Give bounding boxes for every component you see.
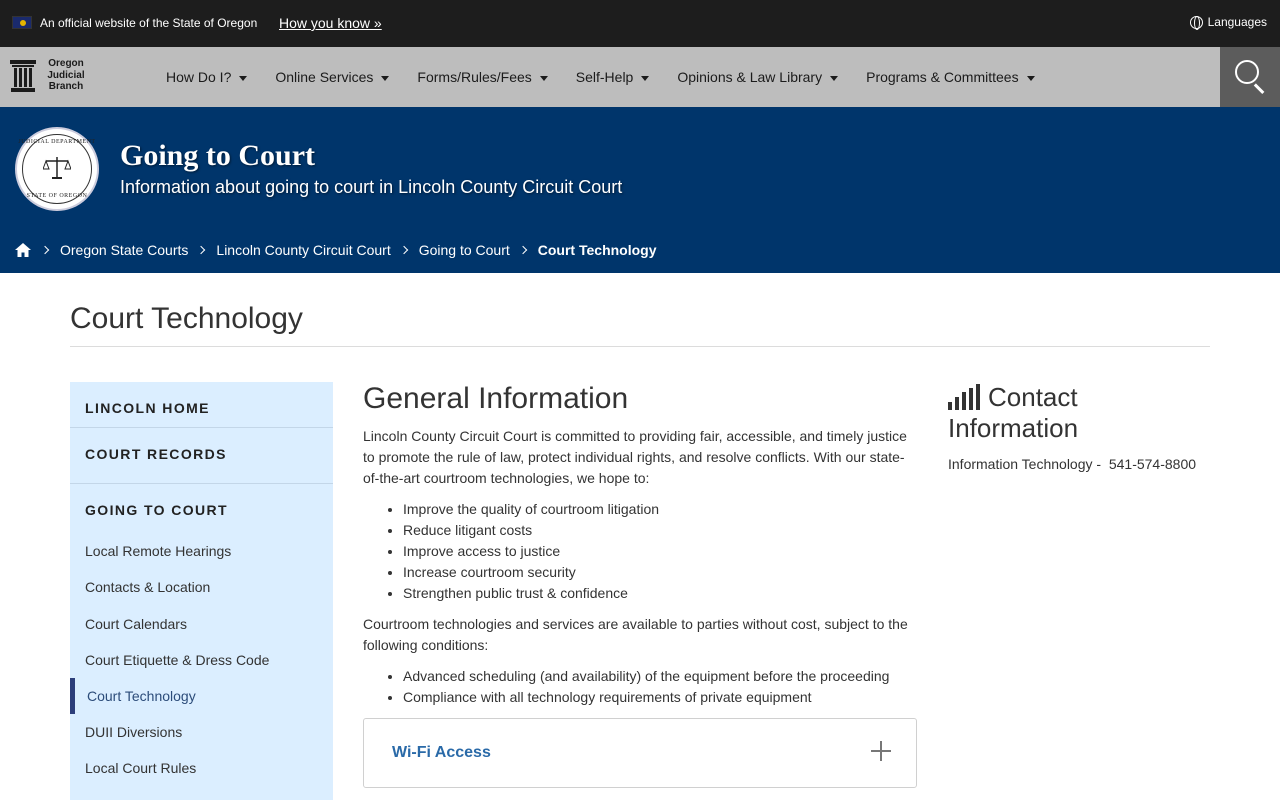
page-title: Court Technology bbox=[70, 302, 303, 335]
nav-online-services[interactable]: Online Services bbox=[275, 69, 390, 85]
home-icon[interactable] bbox=[14, 242, 32, 258]
contact-phone: Information Technology - 541-574-8800 bbox=[948, 456, 1197, 472]
sidebar-item-court-technology[interactable]: Court Technology bbox=[87, 688, 196, 704]
search-icon bbox=[1235, 60, 1259, 84]
breadcrumb-oregon-state-courts[interactable]: Oregon State Courts bbox=[60, 242, 188, 258]
caret-down-icon bbox=[539, 75, 548, 81]
list-item: Increase courtroom security bbox=[403, 562, 917, 583]
goals-list: Improve the quality of courtroom litigat… bbox=[403, 499, 917, 604]
caret-down-icon bbox=[381, 75, 390, 81]
conditions-list: Advanced scheduling (and availability) o… bbox=[403, 666, 917, 708]
main-content: General Information Lincoln County Circu… bbox=[363, 382, 917, 718]
sidebar-lincoln-home[interactable]: LINCOLN HOME bbox=[70, 400, 333, 416]
chevron-right-icon bbox=[399, 245, 408, 255]
contact-panel: Contact Information Information Technolo… bbox=[948, 382, 1210, 472]
breadcrumb: Oregon State Courts Lincoln County Circu… bbox=[14, 242, 657, 258]
sidebar-item-court-etiquette[interactable]: Court Etiquette & Dress Code bbox=[85, 652, 269, 668]
list-item: Reduce litigant costs bbox=[403, 520, 917, 541]
logo-line: Judicial bbox=[47, 69, 85, 81]
accordion-title: Wi-Fi Access bbox=[392, 744, 491, 761]
sidebar-court-records[interactable]: COURT RECORDS bbox=[70, 446, 333, 462]
intro-paragraph: Lincoln County Circuit Court is committe… bbox=[363, 428, 907, 486]
sidebar-item-duii-diversions[interactable]: DUII Diversions bbox=[85, 724, 182, 740]
nav-opinions-law-library[interactable]: Opinions & Law Library bbox=[677, 69, 839, 85]
how-you-know-link[interactable]: How you know » bbox=[279, 15, 382, 31]
official-banner: An official website of the State of Oreg… bbox=[0, 0, 1280, 47]
seal-text-bottom: STATE OF OREGON bbox=[26, 193, 88, 199]
list-item: Strengthen public trust & confidence bbox=[403, 583, 917, 604]
nav-self-help[interactable]: Self-Help bbox=[576, 69, 650, 85]
oregon-flag-icon bbox=[12, 16, 32, 29]
sidebar-item-local-remote-hearings[interactable]: Local Remote Hearings bbox=[85, 543, 231, 559]
caret-down-icon bbox=[641, 75, 650, 81]
page-hero: JUDICIAL DEPARTMENT STATE OF OREGON Goin… bbox=[0, 107, 1280, 273]
official-website-text: An official website of the State of Oreg… bbox=[40, 16, 258, 30]
judicial-seal-icon: JUDICIAL DEPARTMENT STATE OF OREGON bbox=[15, 127, 99, 211]
logo-line: Oregon bbox=[48, 58, 84, 69]
ojd-logo[interactable]: Oregon Judicial Branch bbox=[8, 57, 92, 97]
caret-down-icon bbox=[1026, 75, 1035, 81]
contact-heading: Contact Information bbox=[948, 382, 1079, 443]
nav-programs-committees[interactable]: Programs & Committees bbox=[866, 69, 1035, 85]
scales-icon bbox=[43, 157, 71, 179]
nav-menu: How Do I? Online Services Forms/Rules/Fe… bbox=[166, 47, 1063, 107]
divider bbox=[70, 346, 1210, 347]
main-navigation: Oregon Judicial Branch How Do I? Online … bbox=[0, 47, 1280, 107]
languages-button[interactable]: Languages bbox=[1189, 15, 1267, 30]
list-item: Advanced scheduling (and availability) o… bbox=[403, 666, 917, 687]
list-item: Compliance with all technology requireme… bbox=[403, 687, 917, 708]
caret-down-icon bbox=[239, 75, 248, 81]
chevron-right-icon bbox=[518, 245, 528, 255]
sidebar-item-local-court-rules[interactable]: Local Court Rules bbox=[85, 760, 196, 776]
globe-icon bbox=[1189, 15, 1203, 30]
sidebar-item-court-calendars[interactable]: Court Calendars bbox=[85, 616, 187, 632]
sidebar-item-contacts-location[interactable]: Contacts & Location bbox=[85, 579, 210, 595]
languages-label: Languages bbox=[1207, 15, 1267, 29]
hero-title: Going to Court bbox=[120, 139, 315, 172]
logo-line: Branch bbox=[48, 81, 84, 92]
conditions-paragraph: Courtroom technologies and services are … bbox=[363, 616, 908, 653]
breadcrumb-current: Court Technology bbox=[537, 242, 657, 258]
pillar-icon bbox=[10, 60, 36, 92]
nav-how-do-i[interactable]: How Do I? bbox=[166, 69, 248, 85]
breadcrumb-lincoln-county[interactable]: Lincoln County Circuit Court bbox=[216, 242, 390, 258]
nav-forms-rules-fees[interactable]: Forms/Rules/Fees bbox=[417, 69, 548, 85]
list-item: Improve access to justice bbox=[403, 541, 917, 562]
sidebar-going-to-court[interactable]: GOING TO COURT bbox=[70, 502, 333, 518]
active-indicator bbox=[70, 678, 75, 714]
plus-icon bbox=[871, 741, 891, 761]
signal-bars-icon bbox=[948, 384, 980, 410]
divider bbox=[70, 483, 333, 484]
hero-subtitle: Information about going to court in Linc… bbox=[120, 177, 623, 197]
search-button[interactable] bbox=[1220, 47, 1280, 107]
chevron-right-icon bbox=[40, 245, 50, 255]
ojd-logo-text: Oregon Judicial Branch bbox=[43, 58, 89, 93]
section-heading: General Information bbox=[363, 382, 629, 415]
wifi-access-accordion[interactable]: Wi-Fi Access bbox=[363, 718, 917, 788]
chevron-right-icon bbox=[197, 245, 206, 255]
sidebar-nav: LINCOLN HOME COURT RECORDS GOING TO COUR… bbox=[70, 382, 333, 800]
caret-down-icon bbox=[830, 75, 839, 81]
breadcrumb-going-to-court[interactable]: Going to Court bbox=[419, 242, 510, 258]
divider bbox=[70, 427, 333, 428]
seal-text-top: JUDICIAL DEPARTMENT bbox=[18, 139, 96, 145]
list-item: Improve the quality of courtroom litigat… bbox=[403, 499, 917, 520]
